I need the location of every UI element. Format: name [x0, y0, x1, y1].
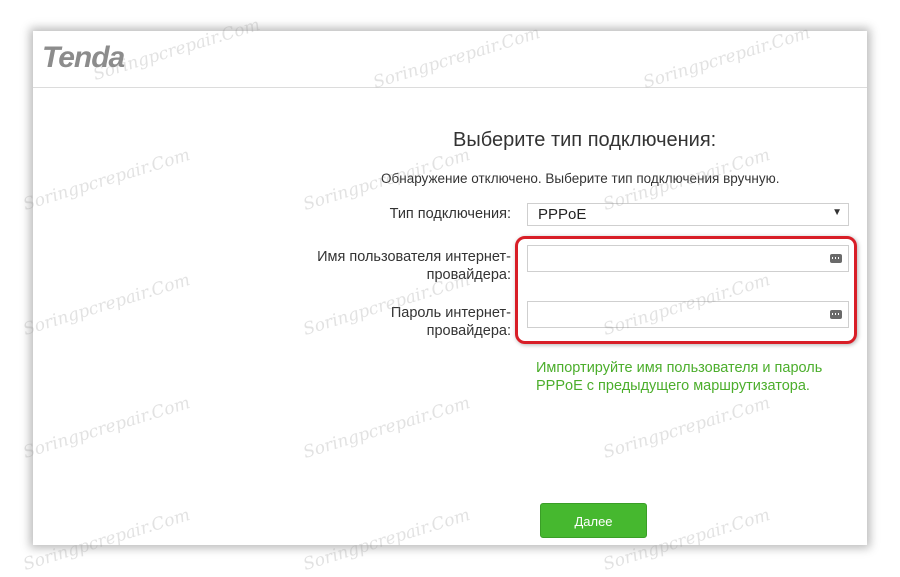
- password-label: Пароль интернет-провайдера:: [390, 305, 511, 339]
- username-input[interactable]: [527, 245, 849, 272]
- router-setup-window: Tenda Выберите тип подключения: Обнаруже…: [33, 31, 867, 545]
- password-manager-icon[interactable]: [830, 310, 842, 319]
- chevron-down-icon: ▼: [832, 207, 842, 218]
- screen: Tenda Выберите тип подключения: Обнаруже…: [0, 0, 900, 577]
- page-subtitle: Обнаружение отключено. Выберите тип подк…: [381, 171, 780, 186]
- connection-type-value: PPPoE: [538, 206, 587, 223]
- tenda-logo: Tenda: [42, 41, 125, 74]
- page-title: Выберите тип подключения:: [453, 129, 717, 151]
- username-label: Имя пользователя интернет-провайдера:: [317, 249, 511, 283]
- next-button[interactable]: Далее: [540, 503, 647, 538]
- header: Tenda: [33, 31, 867, 88]
- password-manager-icon[interactable]: [830, 254, 842, 263]
- connection-type-select[interactable]: PPPoE ▼: [527, 203, 849, 226]
- import-pppoe-link[interactable]: Импортируйте имя пользователя и пароль P…: [536, 359, 826, 395]
- connection-type-label: Тип подключения:: [389, 206, 511, 222]
- password-input[interactable]: [527, 301, 849, 328]
